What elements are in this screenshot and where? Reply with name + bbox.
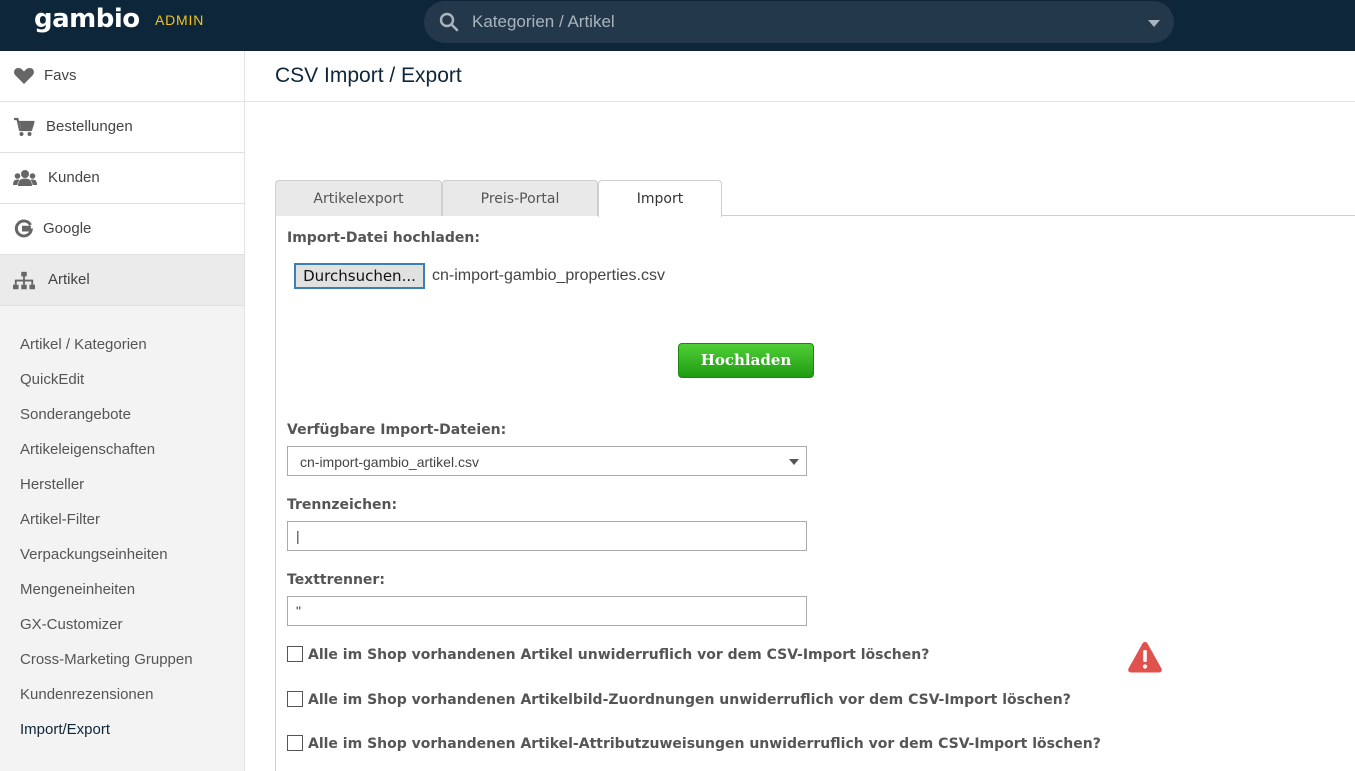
delete-articles-checkbox[interactable] [287,646,303,662]
sidebar: Favs Bestellungen Kunden Google Artikel … [0,51,245,771]
top-bar: gambio ADMIN Kategorien / Artikel [0,0,1355,51]
browse-button[interactable]: Durchsuchen... [294,263,425,289]
tab-panel [275,215,1355,771]
heart-icon [14,67,34,84]
delete-articles-label[interactable]: Alle im Shop vorhandenen Artikel unwider… [308,647,929,663]
subnav-hersteller[interactable]: Hersteller [20,476,84,493]
chevron-down-icon [789,459,799,465]
import-file-select-value: cn-import-gambio_artikel.csv [300,454,479,470]
selected-file-name: cn-import-gambio_properties.csv [432,267,665,284]
tab-artikelexport[interactable]: Artikelexport [275,180,442,216]
sidebar-item-bestellungen[interactable]: Bestellungen [0,102,244,153]
upload-button[interactable]: Hochladen [678,343,814,378]
chevron-down-icon[interactable] [1148,20,1160,27]
subnav-verpackungseinheiten[interactable]: Verpackungseinheiten [20,546,168,563]
google-icon [14,219,34,238]
sidebar-item-label: Artikel [48,271,90,288]
search-bar[interactable]: Kategorien / Artikel [424,1,1174,43]
page-title: CSV Import / Export [275,64,462,87]
separator-label: Trennzeichen: [287,497,398,513]
subnav-mengeneinheiten[interactable]: Mengeneinheiten [20,581,135,598]
tab-preis-portal[interactable]: Preis-Portal [442,180,598,216]
subnav-artikeleigenschaften[interactable]: Artikeleigenschaften [20,441,155,458]
gambio-logo[interactable]: gambio [34,4,140,34]
subnav-artikel-kategorien[interactable]: Artikel / Kategorien [20,336,147,353]
sidebar-item-label: Favs [44,67,77,84]
subnav-quickedit[interactable]: QuickEdit [20,371,84,388]
sidebar-item-label: Kunden [48,169,100,186]
delete-image-assignments-checkbox[interactable] [287,691,303,707]
subnav-import-export[interactable]: Import/Export [20,721,110,738]
search-input[interactable]: Kategorien / Artikel [472,12,615,32]
subnav-kundenrezensionen[interactable]: Kundenrezensionen [20,686,153,703]
text-delimiter-input[interactable]: " [287,596,807,626]
users-icon [13,170,37,186]
warning-triangle-icon [1128,642,1162,673]
sidebar-item-google[interactable]: Google [0,204,244,255]
subnav-sonderangebote[interactable]: Sonderangebote [20,406,131,423]
sidebar-item-label: Bestellungen [46,118,133,135]
tab-import[interactable]: Import [598,180,722,217]
sitemap-icon [13,271,35,290]
subnav-artikel-filter[interactable]: Artikel-Filter [20,511,100,528]
separator-input[interactable]: | [287,521,807,551]
upload-label: Import-Datei hochladen: [287,230,480,246]
sidebar-item-artikel[interactable]: Artikel [0,255,244,306]
text-delimiter-label: Texttrenner: [287,572,385,588]
sidebar-item-favs[interactable]: Favs [0,51,244,102]
import-file-select[interactable]: cn-import-gambio_artikel.csv [287,446,807,476]
delete-attribute-assignments-checkbox[interactable] [287,735,303,751]
sidebar-item-label: Google [43,220,92,237]
delete-image-assignments-label[interactable]: Alle im Shop vorhandenen Artikelbild-Zuo… [308,692,1071,708]
subnav-cross-marketing-gruppen[interactable]: Cross-Marketing Gruppen [20,651,193,668]
sidebar-item-kunden[interactable]: Kunden [0,153,244,204]
subnav-gx-customizer[interactable]: GX-Customizer [20,616,123,633]
admin-badge: ADMIN [155,12,205,28]
title-divider [245,101,1355,102]
search-icon [439,12,459,32]
delete-attribute-assignments-label[interactable]: Alle im Shop vorhandenen Artikel-Attribu… [308,736,1101,752]
available-files-label: Verfügbare Import-Dateien: [287,422,507,438]
cart-icon [14,117,35,136]
